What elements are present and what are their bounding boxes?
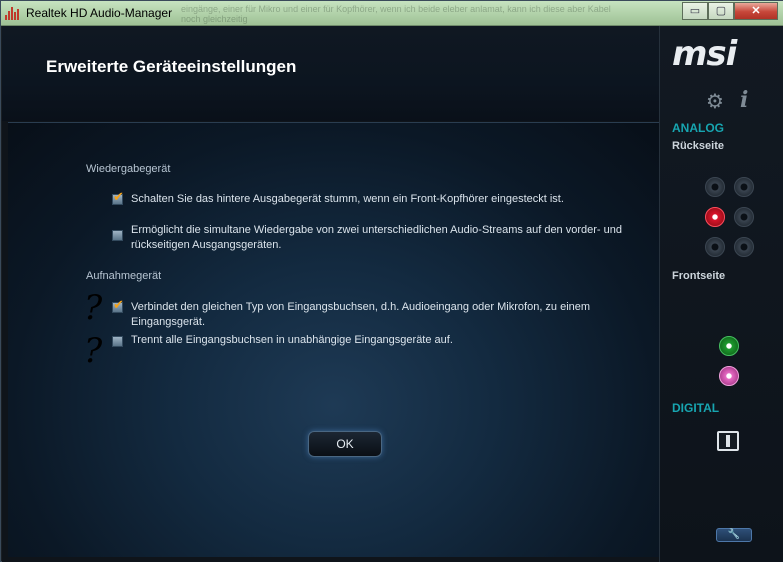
simultaneous-playback-label: Ermöglicht die simultane Wiedergabe von … bbox=[131, 224, 622, 251]
ok-button[interactable]: OK bbox=[308, 431, 382, 457]
minimize-button[interactable]: ▭ bbox=[682, 2, 708, 20]
simultaneous-playback-checkbox[interactable] bbox=[112, 230, 123, 241]
realtek-app-icon bbox=[5, 6, 21, 20]
close-button[interactable]: ✕ bbox=[734, 2, 778, 20]
recording-section-label: Aufnahmegerät bbox=[86, 270, 162, 282]
wrench-button[interactable]: 🔧 bbox=[716, 528, 752, 542]
front-jack-pink[interactable] bbox=[719, 366, 739, 386]
maximize-button[interactable]: ▢ bbox=[708, 2, 734, 20]
mute-rear-checkbox[interactable] bbox=[112, 190, 124, 205]
dialog-header: Erweiterte Geräteeinstellungen bbox=[2, 26, 659, 121]
handwritten-question-mark: ? bbox=[84, 288, 103, 328]
option-separate-inputs[interactable]: Trennt alle Eingangsbuchsen in unabhängi… bbox=[112, 333, 652, 348]
handwritten-question-mark: ? bbox=[84, 331, 103, 371]
info-icon[interactable]: i bbox=[740, 87, 748, 113]
rear-jack-empty[interactable] bbox=[705, 177, 725, 197]
client-area: Erweiterte Geräteeinstellungen Wiedergab… bbox=[2, 26, 783, 562]
background-ghost-text: eingänge, einer für Mikro und einer für … bbox=[181, 4, 611, 24]
option-mute-rear[interactable]: Schalten Sie das hintere Ausgabegerät st… bbox=[112, 190, 642, 207]
mute-rear-label: Schalten Sie das hintere Ausgabegerät st… bbox=[131, 193, 564, 205]
digital-output-port[interactable] bbox=[717, 431, 739, 451]
rear-jack-empty[interactable] bbox=[734, 237, 754, 257]
gear-icon[interactable]: ⚙ bbox=[706, 89, 724, 113]
join-inputs-label: Verbindet den gleichen Typ von Eingangsb… bbox=[131, 301, 591, 328]
rear-panel-label: Rückseite bbox=[672, 140, 724, 152]
wrench-icon: 🔧 bbox=[727, 529, 741, 540]
front-jack-green[interactable] bbox=[719, 336, 739, 356]
page-title: Erweiterte Geräteeinstellungen bbox=[46, 57, 297, 76]
rear-jack-empty[interactable] bbox=[705, 237, 725, 257]
rear-jack-empty[interactable] bbox=[734, 207, 754, 227]
front-panel-label: Frontseite bbox=[672, 270, 726, 282]
title-bar[interactable]: Realtek HD Audio-Manager eingänge, einer… bbox=[1, 1, 783, 26]
option-simultaneous-playback[interactable]: Ermöglicht die simultane Wiedergabe von … bbox=[112, 223, 652, 253]
audio-manager-window: Realtek HD Audio-Manager eingänge, einer… bbox=[0, 0, 783, 562]
rear-jack-red[interactable] bbox=[705, 207, 725, 227]
option-join-inputs[interactable]: Verbindet den gleichen Typ von Eingangsb… bbox=[112, 298, 652, 330]
window-title: Realtek HD Audio-Manager bbox=[26, 6, 173, 20]
window-controls: ▭ ▢ ✕ bbox=[682, 2, 778, 20]
digital-label: DIGITAL bbox=[672, 401, 720, 415]
device-sidebar: msi ⚙ i ANALOG Rückseite Frontseite DIGI… bbox=[659, 26, 783, 562]
separate-inputs-checkbox[interactable] bbox=[112, 336, 123, 347]
separate-inputs-label: Trennt alle Eingangsbuchsen in unabhängi… bbox=[131, 334, 453, 346]
join-inputs-checkbox[interactable] bbox=[112, 298, 124, 313]
rear-jack-empty[interactable] bbox=[734, 177, 754, 197]
analog-label: ANALOG bbox=[672, 121, 724, 135]
msi-logo: msi bbox=[672, 34, 737, 74]
playback-section-label: Wiedergabegerät bbox=[86, 163, 171, 175]
settings-panel: Wiedergabegerät Schalten Sie das hintere… bbox=[8, 122, 659, 557]
